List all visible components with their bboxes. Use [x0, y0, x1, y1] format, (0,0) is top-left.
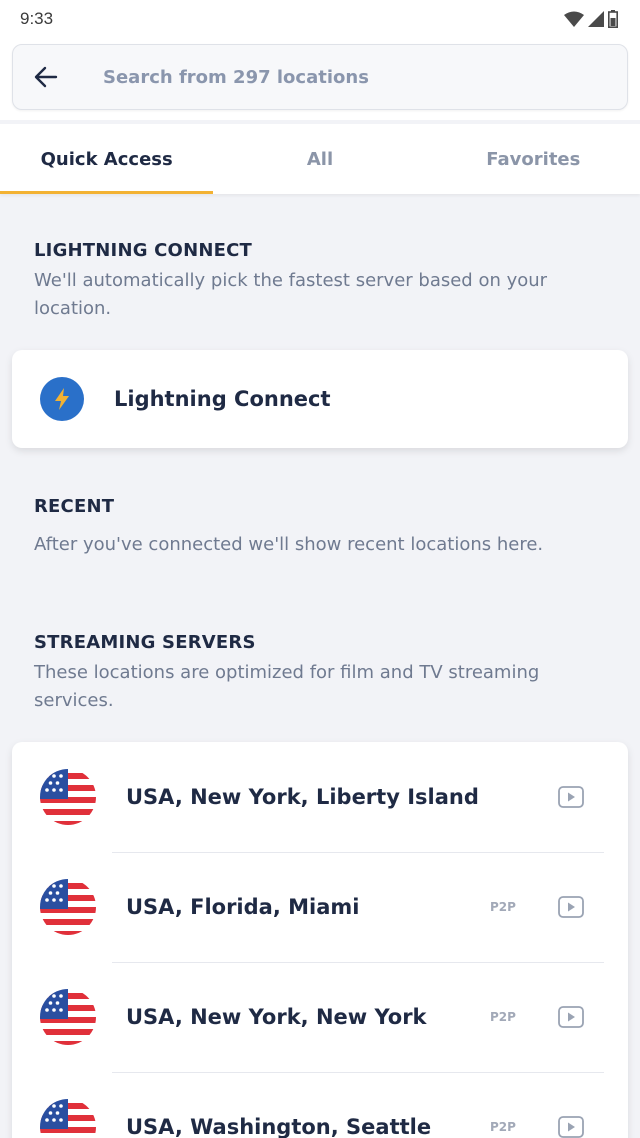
status-time: 9:33: [20, 9, 54, 28]
p2p-badge: P2P: [490, 1010, 516, 1024]
location-label: USA, New York, Liberty Island: [126, 785, 479, 809]
streaming-section: STREAMING SERVERS These locations are op…: [0, 632, 640, 715]
p2p-badge: P2P: [490, 1120, 516, 1134]
section-description: We'll automatically pick the fastest ser…: [34, 270, 548, 319]
usa-flag-icon: [40, 879, 96, 935]
status-icons: [564, 10, 618, 28]
lightning-bolt-icon: [40, 377, 84, 421]
section-title: STREAMING SERVERS: [34, 632, 256, 653]
divider: [112, 962, 604, 963]
divider: [112, 1072, 604, 1073]
streaming-location-list: USA, New York, Liberty Island USA, Flori…: [12, 742, 628, 1138]
tab-favorites[interactable]: Favorites: [427, 124, 640, 194]
lightning-connect-button[interactable]: Lightning Connect: [12, 350, 628, 448]
usa-flag-icon: [40, 769, 96, 825]
cell-signal-icon: [588, 11, 604, 27]
play-icon: [558, 1006, 584, 1028]
play-icon: [558, 896, 584, 918]
tab-quick-access[interactable]: Quick Access: [0, 124, 214, 194]
lightning-section: LIGHTNING CONNECT We'll automatically pi…: [0, 240, 640, 323]
list-item[interactable]: USA, New York, New York P2P: [12, 962, 628, 1072]
location-label: USA, Washington, Seattle: [126, 1115, 432, 1138]
recent-section: RECENT After you've connected we'll show…: [0, 496, 640, 559]
section-description: These locations are optimized for film a…: [34, 662, 540, 711]
section-title: RECENT: [34, 496, 115, 517]
section-title: LIGHTNING CONNECT: [34, 240, 252, 261]
search-bar: [12, 44, 628, 110]
list-item[interactable]: USA, New York, Liberty Island: [12, 742, 628, 852]
play-icon: [558, 1116, 584, 1138]
list-item[interactable]: USA, Washington, Seattle P2P: [12, 1072, 628, 1138]
p2p-badge: P2P: [490, 900, 516, 914]
play-icon: [558, 786, 584, 808]
battery-icon: [608, 10, 618, 28]
usa-flag-icon: [40, 989, 96, 1045]
arrow-left-icon: [34, 66, 58, 88]
search-input[interactable]: [103, 66, 543, 88]
lightning-connect-label: Lightning Connect: [114, 387, 331, 411]
section-description: After you've connected we'll show recent…: [34, 534, 544, 555]
usa-flag-icon: [40, 1099, 96, 1138]
divider: [112, 852, 604, 853]
list-item[interactable]: USA, Florida, Miami P2P: [12, 852, 628, 962]
location-label: USA, New York, New York: [126, 1005, 427, 1029]
wifi-icon: [564, 11, 584, 27]
tab-all[interactable]: All: [213, 124, 426, 194]
back-button[interactable]: [13, 44, 79, 110]
tab-bar: Quick Access All Favorites: [0, 124, 640, 194]
search-area: [0, 38, 640, 120]
location-label: USA, Florida, Miami: [126, 895, 360, 919]
status-bar: 9:33: [0, 0, 640, 38]
